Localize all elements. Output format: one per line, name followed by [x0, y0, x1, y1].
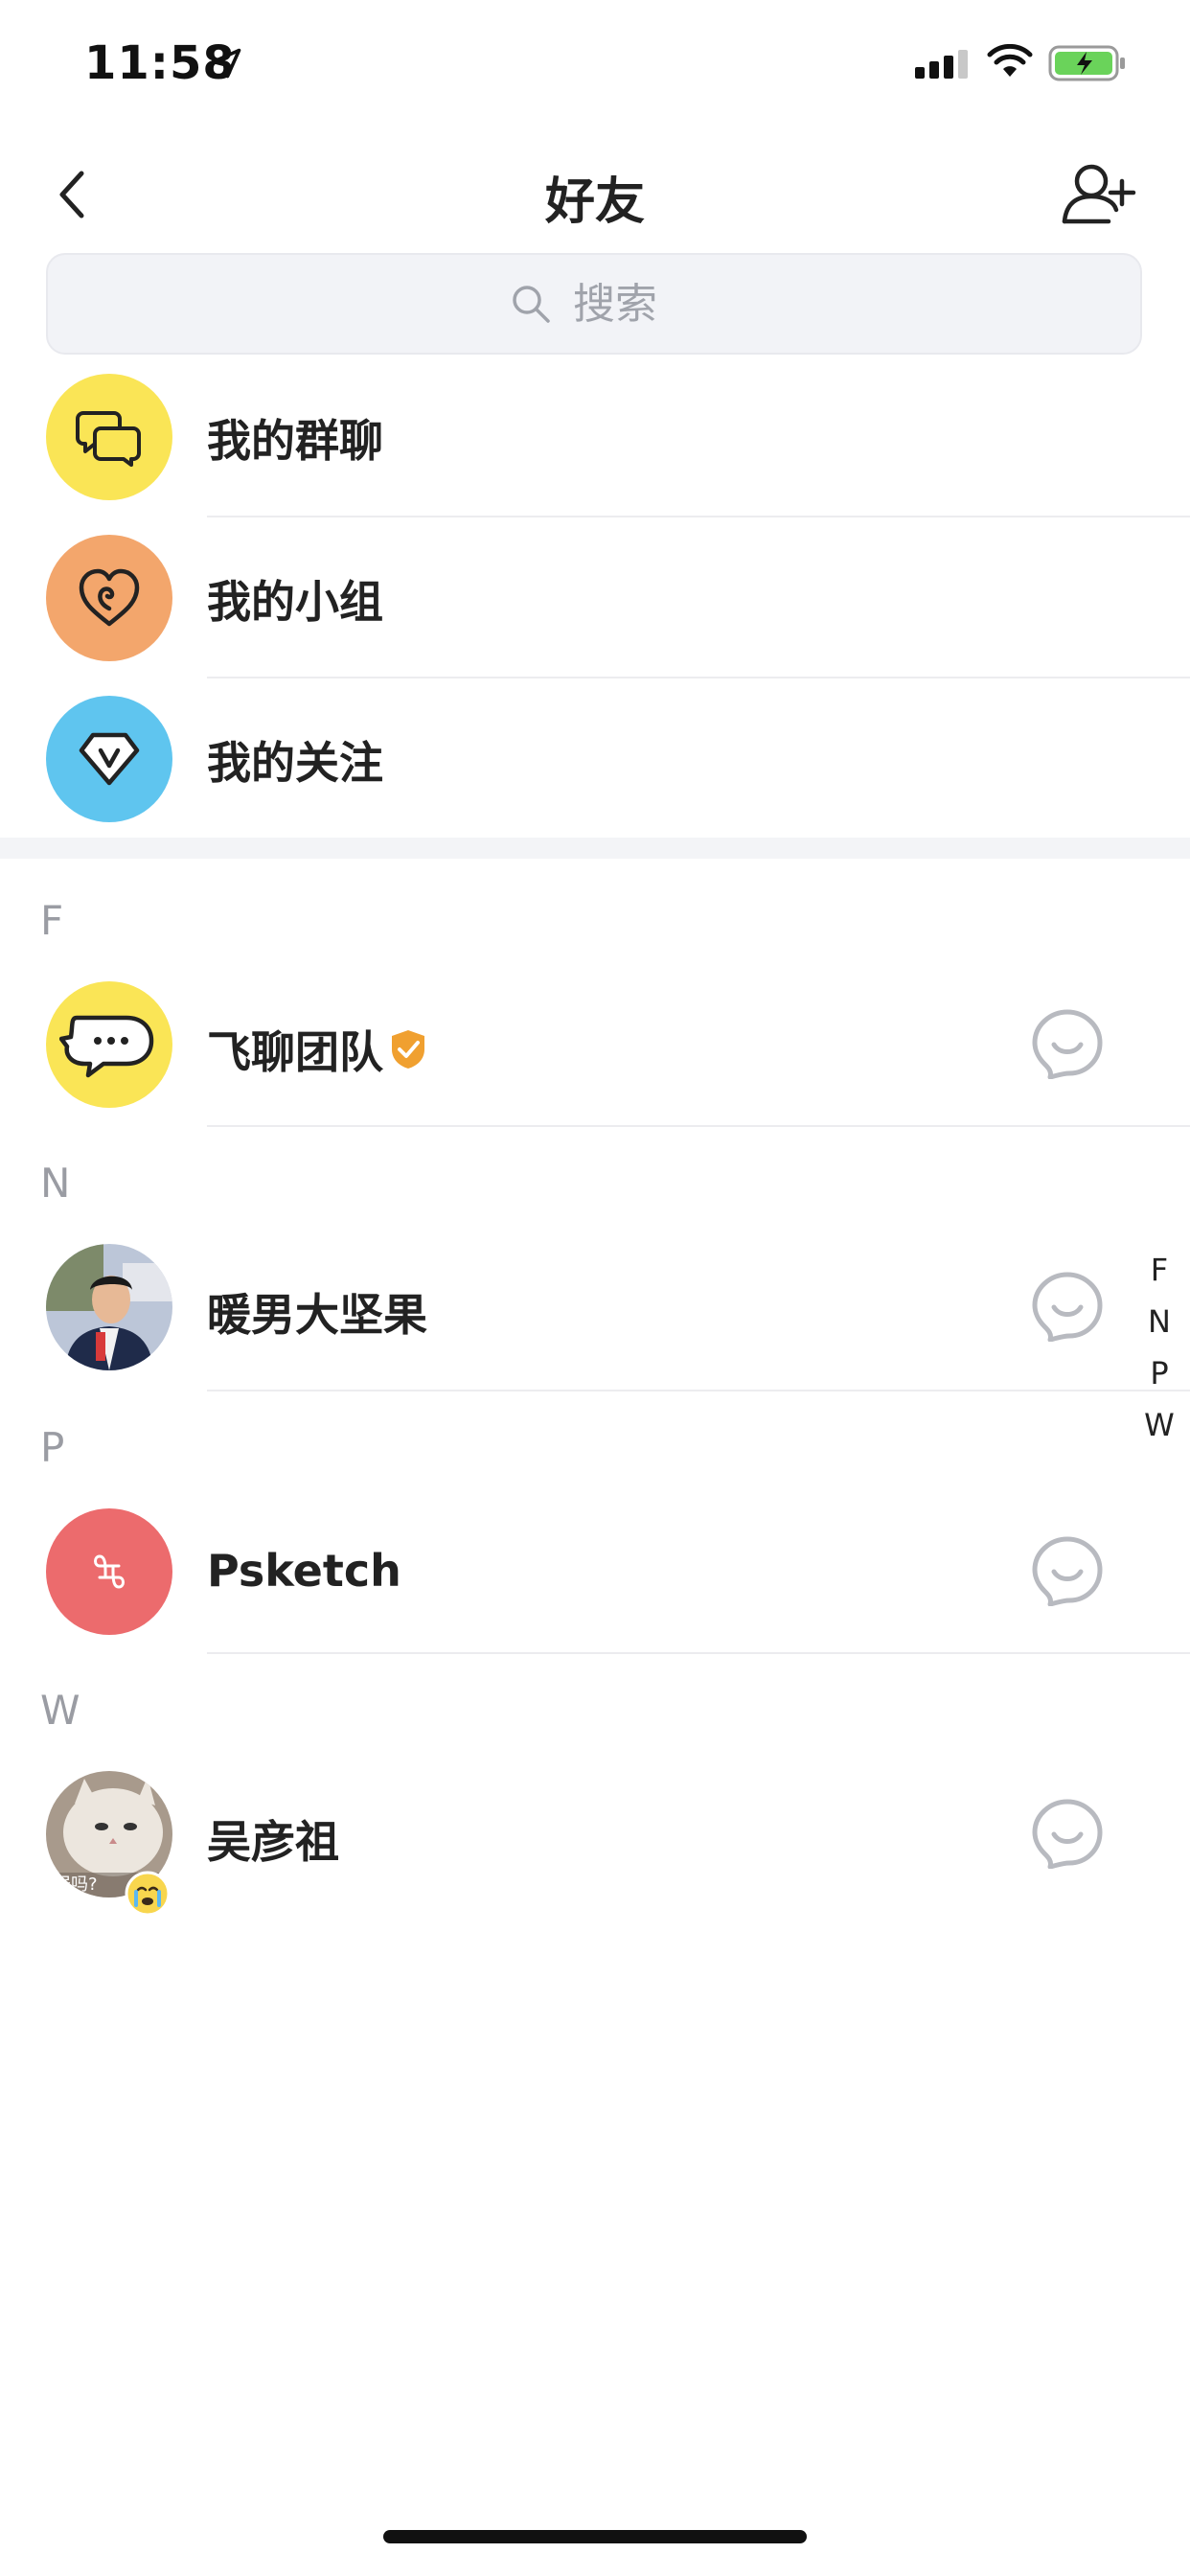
avatar-caption: 居吗?: [54, 1874, 98, 1895]
friend-name-text: 吴彦祖: [207, 1816, 339, 1868]
chat-button[interactable]: [1031, 1008, 1104, 1079]
friend-name-text: Psketch: [207, 1545, 401, 1597]
location-arrow-icon: [211, 48, 241, 79]
following-avatar: [46, 696, 172, 822]
search-input[interactable]: [573, 279, 678, 329]
menu-item-label: 我的小组: [207, 576, 383, 628]
section-header-p: P: [40, 1424, 65, 1471]
divider: [207, 1125, 1190, 1127]
diamond-v-icon: [79, 732, 140, 786]
friend-row[interactable]: 飞聊团队: [0, 964, 1190, 1127]
group-avatar: [46, 535, 172, 661]
friend-name-text: 暖男大坚果: [207, 1289, 427, 1341]
divider: [207, 1652, 1190, 1654]
friend-row[interactable]: Psketch: [0, 1491, 1190, 1654]
battery-charging-icon: [1048, 45, 1125, 81]
friend-name: 暖男大坚果: [207, 1280, 427, 1344]
chat-button[interactable]: [1031, 1798, 1104, 1869]
home-indicator[interactable]: [383, 2530, 807, 2543]
status-bar: 11:58: [0, 0, 1190, 126]
cellular-signal-icon: [915, 50, 968, 79]
section-header-w: W: [40, 1687, 80, 1734]
friend-name: Psketch: [207, 1545, 401, 1597]
feiliao-logo-icon: [59, 1015, 154, 1078]
friend-name: 飞聊团队: [207, 1018, 427, 1081]
friend-name: 吴彦祖: [207, 1807, 339, 1871]
group-chat-avatar: [46, 374, 172, 500]
avatar: [46, 981, 172, 1108]
index-letter-w[interactable]: W: [1140, 1399, 1179, 1451]
crying-emoji-icon: [125, 1871, 171, 1917]
search-icon: [513, 286, 550, 323]
section-header-f: F: [40, 897, 64, 944]
menu-item-group-chats[interactable]: 我的群聊: [0, 356, 1190, 518]
chat-button[interactable]: [1031, 1535, 1104, 1606]
friend-row[interactable]: 暖男大坚果: [0, 1227, 1190, 1390]
heart-swirl-icon: [79, 568, 140, 627]
menu-item-label: 我的关注: [207, 737, 383, 789]
add-user-icon: [1062, 164, 1136, 224]
section-header-n: N: [40, 1160, 71, 1207]
index-letter-f[interactable]: F: [1140, 1244, 1179, 1296]
wifi-icon: [987, 44, 1033, 77]
verified-badge-icon: [392, 1030, 424, 1069]
avatar: [46, 1508, 172, 1635]
photo-man-in-suit: [46, 1244, 172, 1370]
search-bar[interactable]: [46, 253, 1142, 355]
avatar: [46, 1244, 172, 1370]
chat-bubbles-icon: [76, 411, 141, 467]
chat-button[interactable]: [1031, 1271, 1104, 1342]
menu-item-label: 我的群聊: [207, 415, 383, 467]
page-title: 好友: [544, 173, 645, 231]
psketch-logo-icon: [94, 1554, 125, 1589]
alphabet-index-bar[interactable]: F N P W: [1140, 1244, 1179, 1451]
nav-bar: 好友: [0, 144, 1190, 249]
menu-item-my-groups[interactable]: 我的小组: [0, 518, 1190, 678]
friend-row[interactable]: 居吗? 吴彦祖: [0, 1754, 1190, 1917]
index-letter-n[interactable]: N: [1140, 1296, 1179, 1347]
friend-name-text: 飞聊团队: [207, 1026, 383, 1078]
add-friend-button[interactable]: [1056, 155, 1142, 232]
divider: [207, 1390, 1190, 1392]
section-separator: [0, 838, 1190, 859]
index-letter-p[interactable]: P: [1140, 1347, 1179, 1399]
menu-item-following[interactable]: 我的关注: [0, 678, 1190, 840]
